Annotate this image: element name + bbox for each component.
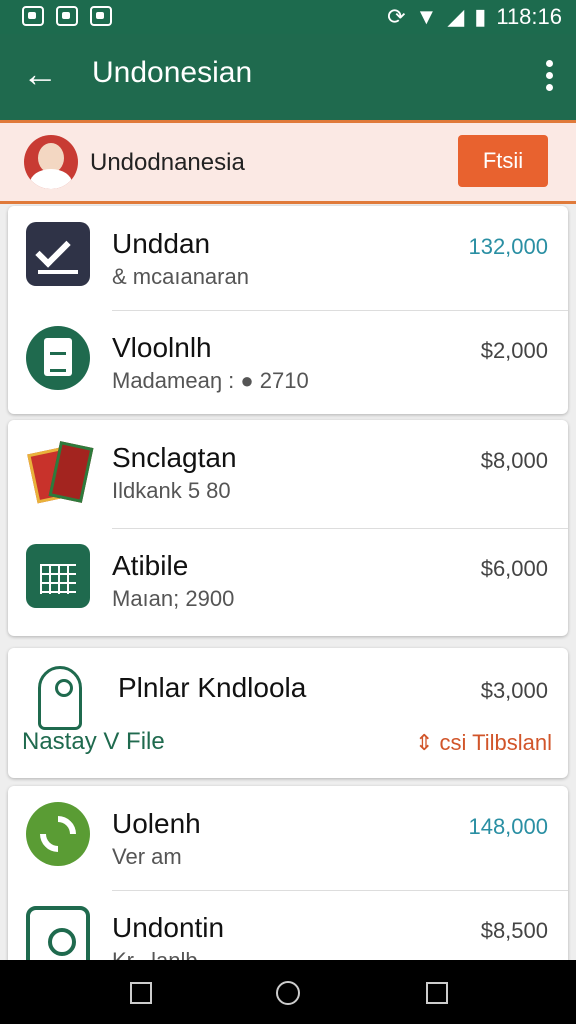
list-item[interactable]: Snclagtan Ildkank 5 80 $8,000	[8, 420, 568, 526]
item-title: Vloolnlh	[112, 332, 212, 363]
divider	[112, 890, 568, 891]
status-time: 118:16	[496, 4, 562, 29]
item-subtitle: Ver am	[112, 844, 182, 869]
item-price: $8,500	[480, 918, 548, 943]
item-subtitle: Madameaŋ : ● 2710	[112, 368, 309, 393]
battery-icon: ▮	[474, 4, 487, 29]
list-item[interactable]: Vloolnlh Madameaŋ : ● 2710 $2,000	[8, 310, 568, 416]
list-item[interactable]: Atibile Maıan; 2900 $6,000	[8, 528, 568, 634]
card-3[interactable]: Plnlar Kndloola $3,000 Nastay V File ⇕ c…	[8, 648, 568, 778]
item-subtitle: Maıan; 2900	[112, 586, 235, 611]
status-bar: ⟳ ▼ ◢ ▮ 118:16	[0, 0, 576, 34]
item-price: 148,000	[468, 814, 548, 839]
item-price: $2,000	[480, 338, 548, 363]
item-price: 132,000	[468, 234, 548, 259]
item-title: Undontin	[112, 912, 225, 943]
card-2: Snclagtan Ildkank 5 80 $8,000 Atibile Ma…	[8, 420, 568, 636]
item-title: Unddan	[112, 228, 211, 259]
item-price: $3,000	[480, 678, 548, 703]
wifi-icon: ▼	[415, 4, 438, 29]
app-notification-icon	[90, 6, 112, 26]
list-item[interactable]: Unddan & mcaıanaran 132,000	[8, 206, 568, 312]
signal-icon: ◢	[447, 4, 465, 29]
banner-name: Undodnanesia	[90, 149, 245, 176]
checkmark-icon	[26, 222, 90, 286]
item-title: Atibile	[112, 550, 189, 581]
item-title: Snclagtan	[112, 442, 237, 473]
item-subtitle: Ildkank 5 80	[112, 478, 231, 503]
image-notification-icon	[56, 6, 78, 26]
flag-emblem-icon	[26, 436, 90, 500]
avatar	[24, 135, 78, 189]
profile-banner: Undodnanesia Ftsii	[0, 120, 576, 204]
back-square-icon[interactable]	[426, 982, 448, 1004]
system-nav-bar	[0, 960, 576, 1024]
item-title: Uolenh	[112, 808, 201, 839]
action-link[interactable]: ⇕ csi Tilbslanl	[415, 730, 552, 756]
app-bar: ← Undonesian	[0, 34, 576, 120]
item-price: $8,000	[480, 448, 548, 473]
divider	[112, 310, 568, 311]
refresh-icon	[26, 802, 90, 866]
recents-square-icon[interactable]	[130, 982, 152, 1004]
item-subtitle: & mcaıanaran	[112, 264, 249, 289]
app-title: Undonesian	[92, 56, 253, 89]
tag-icon	[38, 666, 82, 730]
item-title: Plnlar Kndloola	[118, 672, 307, 703]
more-options-icon[interactable]	[546, 60, 554, 91]
card-1: Unddan & mcaıanaran 132,000 Vloolnlh Mad…	[8, 206, 568, 414]
document-icon	[26, 326, 90, 390]
back-arrow-icon[interactable]: ←	[22, 52, 58, 96]
card-4: Uolenh Ver am 148,000 Undontin Kr...lanl…	[8, 786, 568, 986]
item-price: $6,000	[480, 556, 548, 581]
rotate-icon: ⟳	[387, 4, 406, 29]
divider	[112, 528, 568, 529]
file-link[interactable]: Nastay V File	[22, 728, 165, 756]
list-item[interactable]: Uolenh Ver am 148,000	[8, 786, 568, 892]
banner-button[interactable]: Ftsii	[458, 135, 548, 187]
notification-icon	[22, 6, 44, 26]
calendar-icon	[26, 544, 90, 608]
home-circle-icon[interactable]	[276, 981, 300, 1005]
